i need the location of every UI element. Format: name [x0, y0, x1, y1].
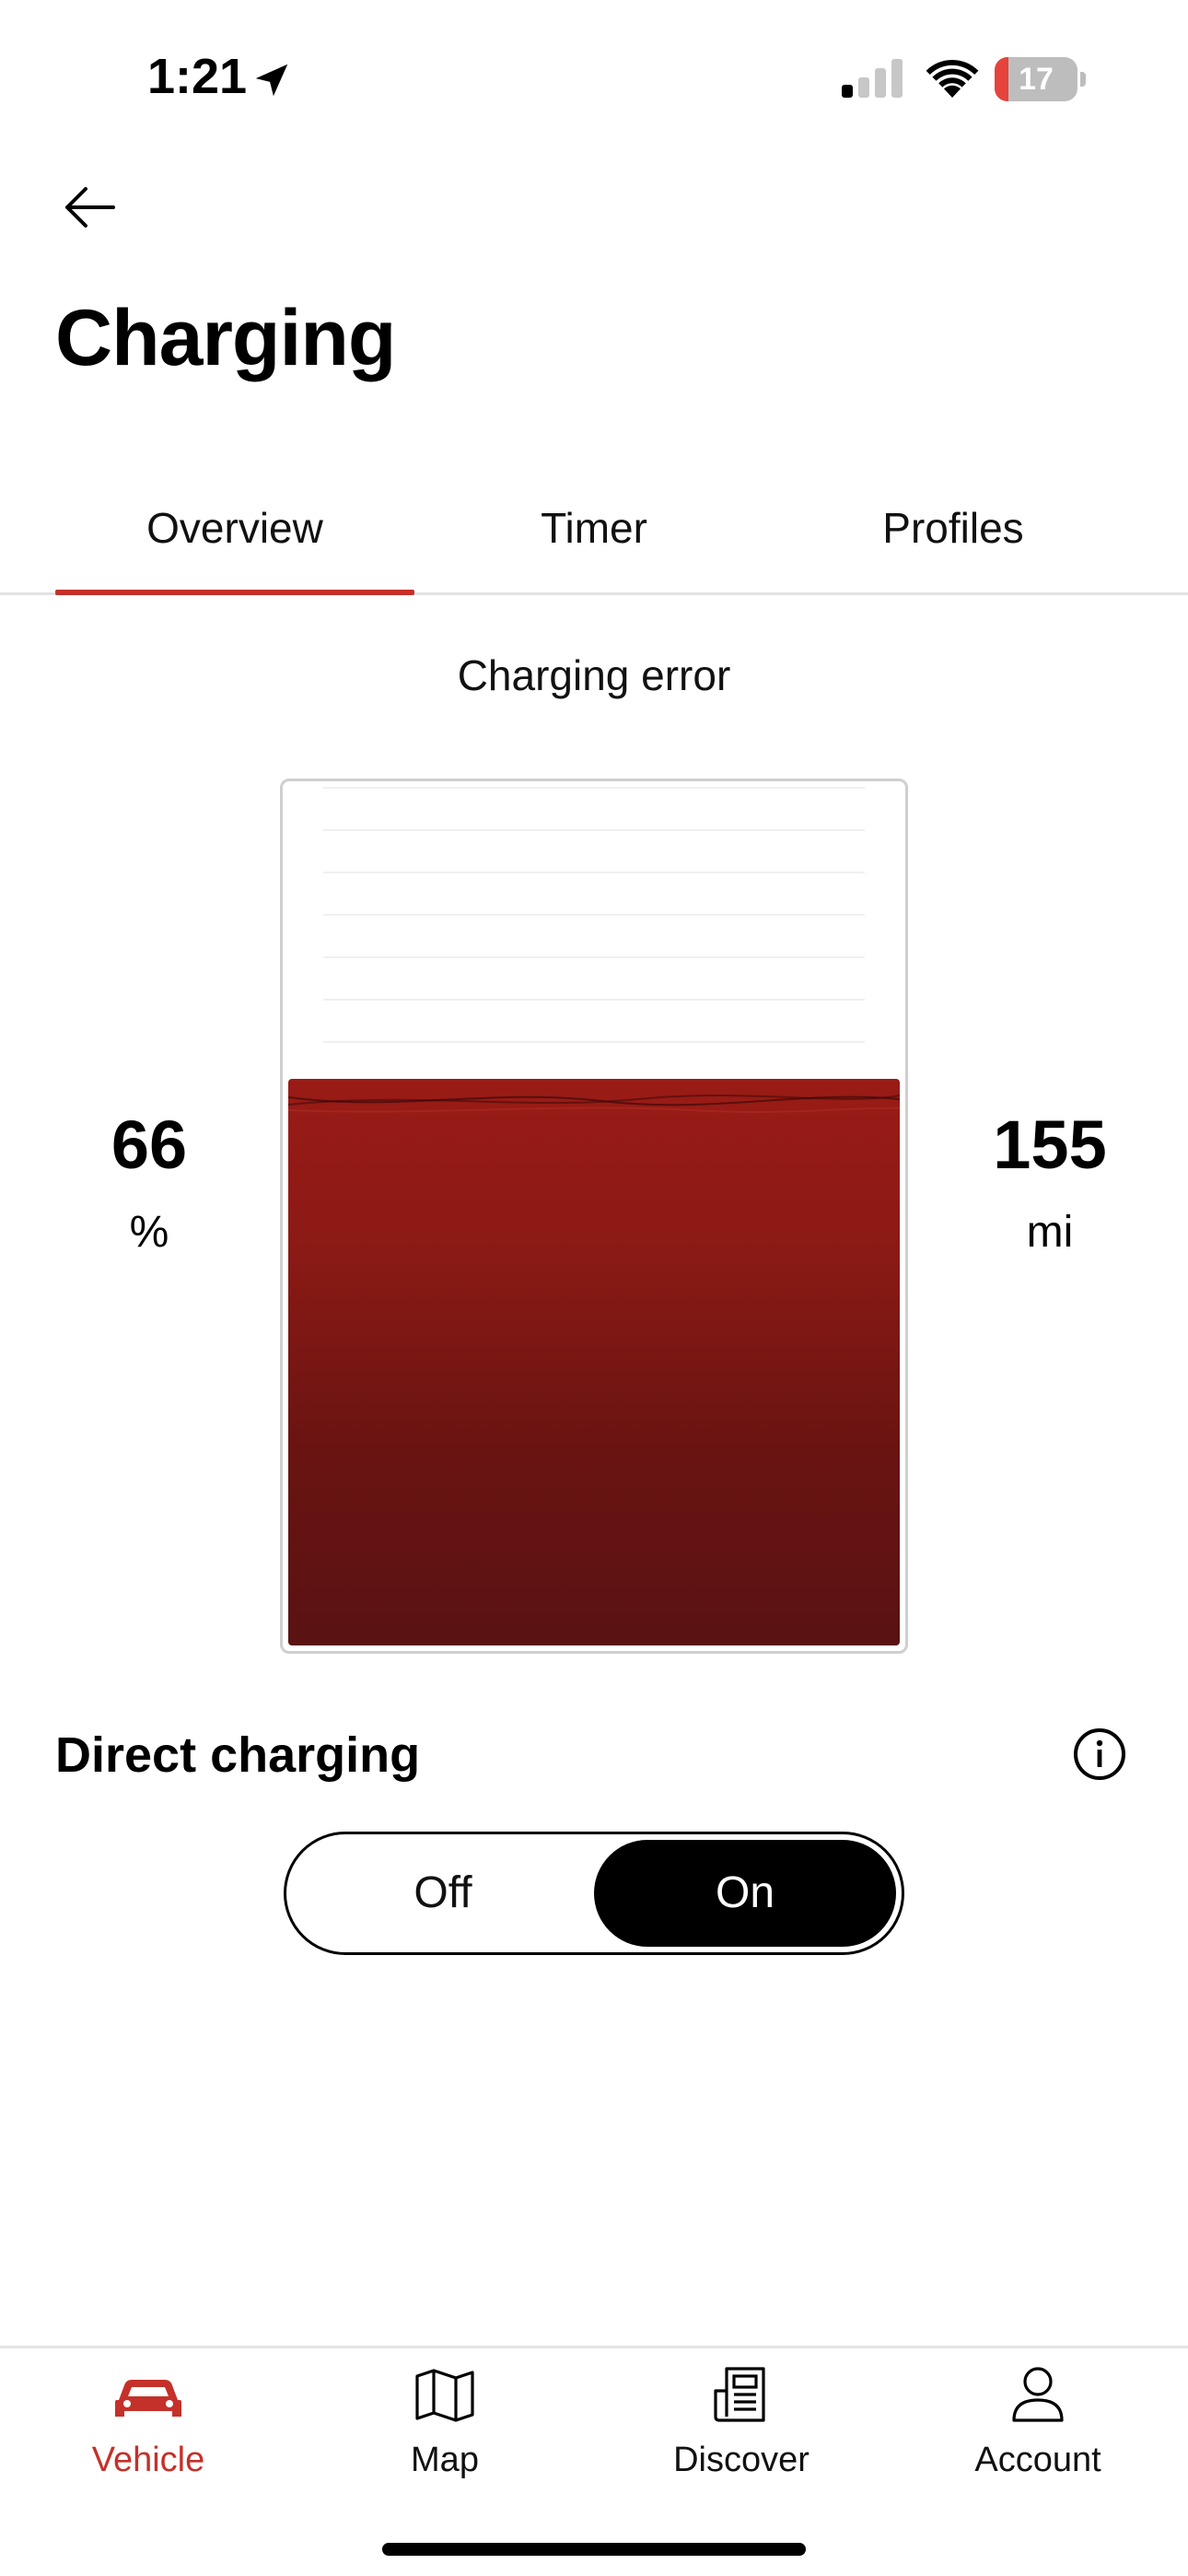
charging-status: Charging error	[457, 651, 731, 699]
home-indicator	[382, 2543, 806, 2556]
bottom-nav: Vehicle Map Discover Account	[0, 2346, 1188, 2576]
status-time: 1:21	[147, 49, 248, 104]
status-bar: 1:21 17	[0, 0, 1188, 157]
battery-level-fill	[288, 1079, 900, 1645]
active-tab-indicator	[55, 590, 414, 595]
range-value: 155	[993, 1107, 1107, 1183]
back-button[interactable]	[57, 177, 122, 238]
tab-profiles[interactable]: Profiles	[774, 486, 1133, 595]
user-icon	[1012, 2367, 1064, 2422]
direct-charging-title: Direct charging	[55, 1727, 421, 1783]
direct-charging-toggle: Off On	[284, 1832, 904, 1955]
wifi-icon	[926, 59, 979, 98]
toggle-off-option[interactable]: Off	[292, 1840, 594, 1947]
tab-bar: Overview Timer Profiles	[0, 486, 1188, 595]
battery-icon: 17	[995, 57, 1087, 101]
page-title: Charging	[55, 294, 396, 382]
battery-wave	[288, 1095, 900, 1113]
battery-gridlines	[323, 787, 865, 1045]
range-unit: mi	[1026, 1208, 1074, 1257]
nav-label: Account	[974, 2441, 1101, 2479]
location-arrow-icon	[255, 64, 288, 97]
nav-account[interactable]: Account	[890, 2365, 1186, 2512]
state-of-charge-value: 66	[111, 1107, 188, 1183]
nav-map[interactable]: Map	[297, 2365, 593, 2512]
state-of-charge-unit: %	[129, 1208, 169, 1257]
battery-percent: 17	[1019, 62, 1054, 97]
info-icon[interactable]	[1072, 1727, 1127, 1782]
nav-vehicle[interactable]: Vehicle	[0, 2365, 297, 2512]
news-icon	[714, 2367, 765, 2422]
cellular-signal-icon	[842, 59, 903, 98]
tab-timer[interactable]: Timer	[414, 486, 774, 595]
nav-label: Discover	[673, 2441, 809, 2479]
battery-level-visual	[280, 779, 908, 1654]
arrow-left-icon	[65, 187, 115, 228]
car-icon	[115, 2380, 181, 2417]
map-icon	[415, 2369, 474, 2422]
toggle-on-option[interactable]: On	[594, 1840, 896, 1947]
nav-label: Map	[411, 2441, 479, 2479]
nav-label: Vehicle	[91, 2441, 205, 2479]
nav-discover[interactable]: Discover	[593, 2365, 890, 2512]
tab-overview[interactable]: Overview	[55, 486, 414, 595]
